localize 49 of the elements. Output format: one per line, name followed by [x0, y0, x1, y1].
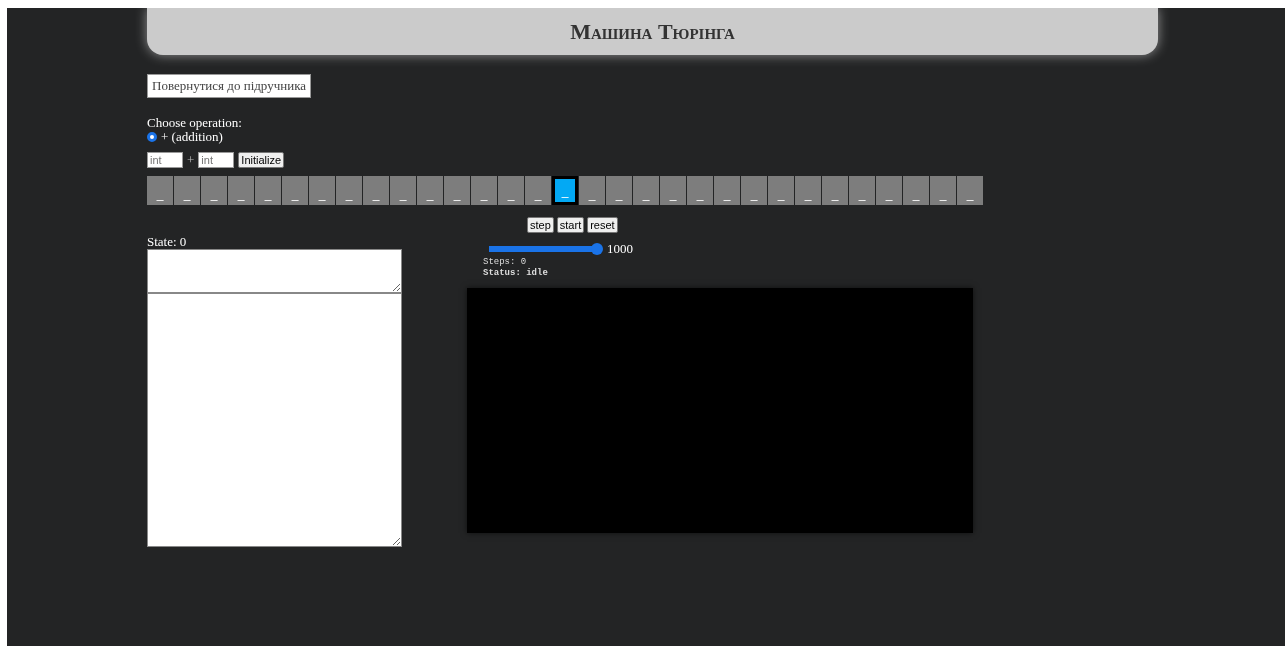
tape-cell: _	[444, 176, 470, 205]
tape-cell: _	[228, 176, 254, 205]
tape-cell: _	[498, 176, 524, 205]
tape-cell: _	[390, 176, 416, 205]
control-button[interactable]: reset	[587, 217, 618, 233]
tape-cell: _	[768, 176, 794, 205]
state-label: State: 0	[147, 235, 188, 249]
steps-text: Steps: 0	[483, 257, 528, 268]
input-field[interactable]: int	[147, 152, 183, 168]
option-label: + (addition)	[161, 130, 223, 144]
back-button[interactable]: Повернутися до підручника	[147, 74, 312, 98]
tape-cell: _	[687, 176, 713, 205]
tape-cell: _	[660, 176, 686, 205]
tape-cell: _	[849, 176, 875, 205]
tape-cell: _	[336, 176, 362, 205]
tape-cell: _	[417, 176, 443, 205]
tape-cell: _	[714, 176, 740, 205]
tape-cell: _	[633, 176, 659, 205]
tape-cell: _	[201, 176, 227, 205]
tape-cell: _	[795, 176, 821, 205]
tape-cell: _	[282, 176, 308, 205]
input-field[interactable]: int	[198, 152, 235, 168]
tape-cell: _	[741, 176, 767, 205]
tape-cell: _	[147, 176, 173, 205]
tape-cell: _	[903, 176, 929, 205]
tape-cell: _	[957, 176, 983, 205]
initialize-button[interactable]: Initialize	[238, 152, 285, 168]
tape-cell: _	[876, 176, 902, 205]
tape-cell: _	[606, 176, 632, 205]
tape-cell: _	[552, 176, 578, 205]
tape-cell: _	[471, 176, 497, 205]
control-button[interactable]: start	[556, 217, 585, 233]
tape-cell: _	[579, 176, 605, 205]
text-area[interactable]	[147, 249, 402, 293]
status-text: Status: idle	[483, 268, 549, 279]
tape-cell: _	[309, 176, 335, 205]
tape-cell: _	[363, 176, 389, 205]
tape-cell: _	[255, 176, 281, 205]
tape-cell: _	[822, 176, 848, 205]
page-title: Машина Тюрінга	[147, 8, 1158, 55]
control-button[interactable]: step	[527, 217, 554, 233]
speed-reading: 1000	[607, 241, 633, 257]
operation-label: Choose operation:	[147, 116, 243, 130]
slider-thumb[interactable]	[591, 243, 603, 255]
tape-cell: _	[174, 176, 200, 205]
tape-cell: _	[930, 176, 956, 205]
tape-cell: _	[525, 176, 551, 205]
operator-label: +	[187, 152, 195, 168]
radio-button[interactable]	[147, 132, 157, 142]
